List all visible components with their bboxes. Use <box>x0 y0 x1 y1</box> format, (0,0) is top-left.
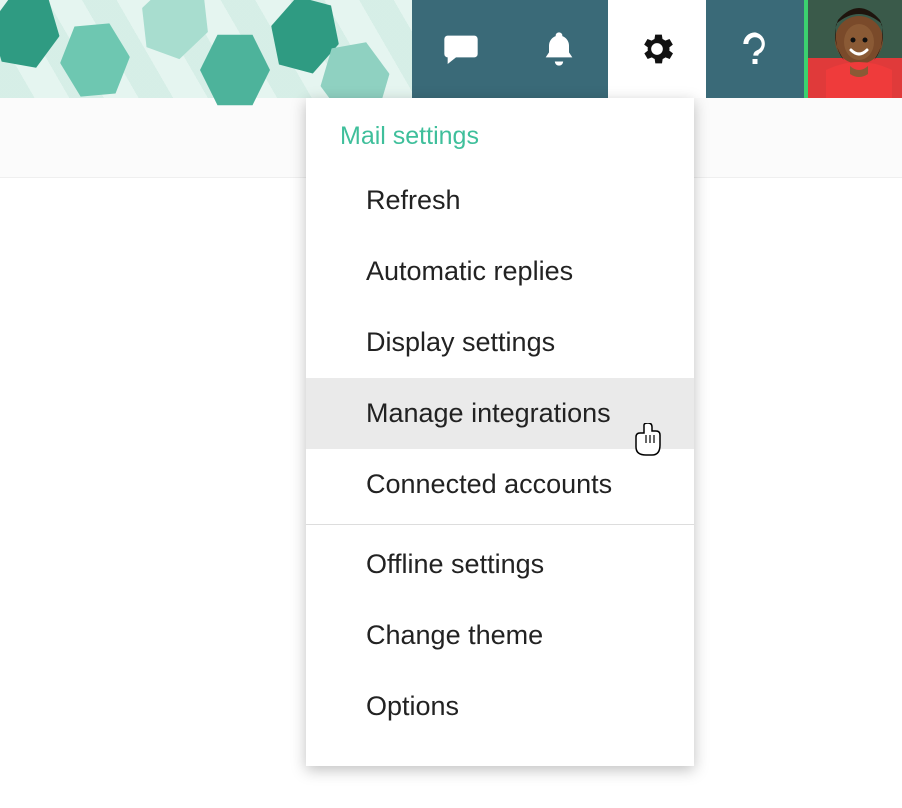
settings-button[interactable] <box>608 0 706 98</box>
user-avatar[interactable] <box>804 0 902 98</box>
menu-item-label: Options <box>366 691 459 721</box>
menu-item-refresh[interactable]: Refresh <box>306 165 694 236</box>
menu-item-label: Connected accounts <box>366 469 612 499</box>
menu-item-options[interactable]: Options <box>306 671 694 742</box>
menu-item-connected-accounts[interactable]: Connected accounts <box>306 449 694 520</box>
menu-item-label: Change theme <box>366 620 543 650</box>
menu-item-offline-settings[interactable]: Offline settings <box>306 529 694 600</box>
menu-item-label: Refresh <box>366 185 461 215</box>
notifications-button[interactable] <box>510 0 608 98</box>
menu-item-label: Offline settings <box>366 549 544 579</box>
brand-hex-shapes <box>0 0 395 98</box>
settings-dropdown: Mail settings Refresh Automatic replies … <box>306 98 694 766</box>
settings-dropdown-header: Mail settings <box>306 114 694 165</box>
gear-icon <box>637 29 677 69</box>
app-header <box>0 0 902 98</box>
menu-item-display-settings[interactable]: Display settings <box>306 307 694 378</box>
menu-item-label: Display settings <box>366 327 555 357</box>
chat-button[interactable] <box>412 0 510 98</box>
menu-item-automatic-replies[interactable]: Automatic replies <box>306 236 694 307</box>
help-icon <box>735 29 775 69</box>
header-iconbar <box>412 0 902 98</box>
menu-item-change-theme[interactable]: Change theme <box>306 600 694 671</box>
menu-item-label: Automatic replies <box>366 256 573 286</box>
bell-icon <box>539 29 579 69</box>
help-button[interactable] <box>706 0 804 98</box>
chat-icon <box>441 29 481 69</box>
menu-item-manage-integrations[interactable]: Manage integrations <box>306 378 694 449</box>
menu-divider <box>306 524 694 525</box>
menu-item-label: Manage integrations <box>366 398 611 428</box>
